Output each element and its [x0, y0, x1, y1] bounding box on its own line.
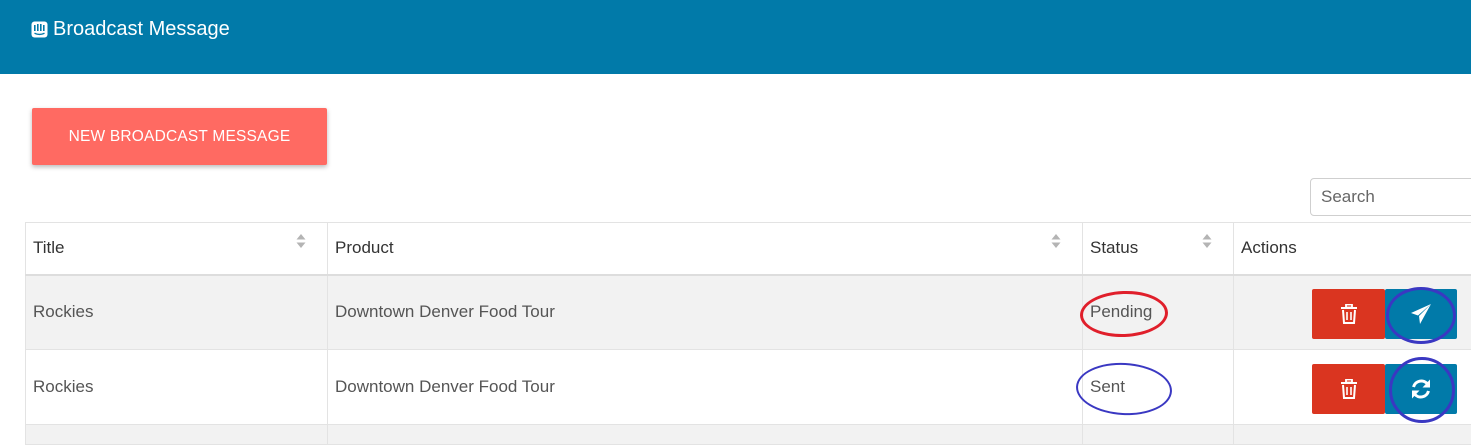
column-header-label: Product	[335, 238, 394, 257]
page-title: Broadcast Message	[31, 17, 230, 41]
sort-icon	[1051, 233, 1061, 249]
sort-icon	[1202, 233, 1212, 249]
cell-title: Rockies	[26, 350, 328, 425]
table-row: Rockies Downtown Denver Food Tour Sent	[26, 350, 1471, 425]
refresh-icon	[1410, 378, 1432, 400]
trash-icon	[1341, 379, 1357, 399]
table-row	[26, 425, 1471, 445]
cell-product: Downtown Denver Food Tour	[328, 350, 1083, 425]
column-header-label: Title	[33, 238, 65, 257]
column-header-actions: Actions	[1234, 223, 1471, 275]
cell-title: Rockies	[26, 275, 328, 350]
column-header-product[interactable]: Product	[328, 223, 1083, 275]
table-row: Rockies Downtown Denver Food Tour Pendin…	[26, 275, 1471, 350]
search-input[interactable]	[1310, 178, 1471, 216]
trash-icon	[1341, 304, 1357, 324]
column-header-status[interactable]: Status	[1083, 223, 1234, 275]
resend-button[interactable]	[1385, 364, 1457, 414]
cell-status: Sent	[1083, 350, 1234, 425]
status-badge: Pending	[1090, 302, 1152, 321]
cell-product: Downtown Denver Food Tour	[328, 275, 1083, 350]
broadcast-table: Title Product Status Actions Rockies Dow…	[25, 222, 1471, 445]
column-header-title[interactable]: Title	[26, 223, 328, 275]
send-button[interactable]	[1385, 289, 1457, 339]
column-header-label: Status	[1090, 238, 1138, 257]
sort-icon	[296, 233, 306, 249]
table-header-row: Title Product Status Actions	[26, 223, 1471, 275]
app-header: Broadcast Message	[0, 0, 1471, 74]
broadcast-icon	[31, 21, 53, 38]
cell-status: Pending	[1083, 275, 1234, 350]
send-icon	[1410, 303, 1432, 325]
delete-button[interactable]	[1312, 289, 1385, 339]
delete-button[interactable]	[1312, 364, 1385, 414]
new-broadcast-message-button[interactable]: NEW BROADCAST MESSAGE	[32, 108, 327, 165]
status-badge: Sent	[1090, 377, 1125, 396]
column-header-label: Actions	[1241, 238, 1297, 257]
page-title-text: Broadcast Message	[53, 18, 230, 41]
